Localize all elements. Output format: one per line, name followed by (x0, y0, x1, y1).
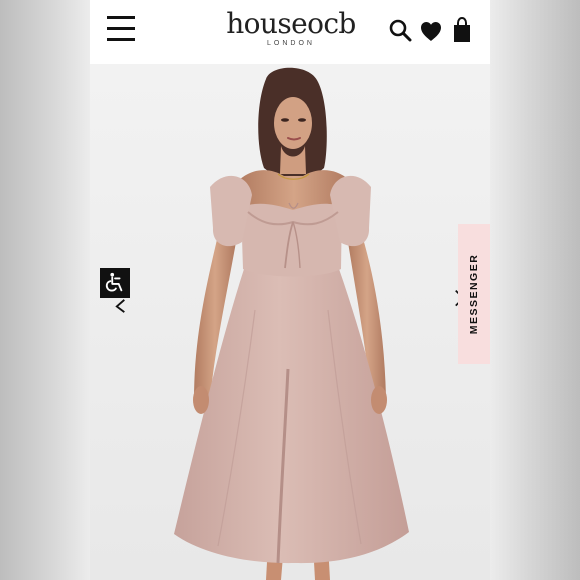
wheelchair-accessibility-icon (105, 272, 123, 292)
brand-logo[interactable]: houseocb LONDON (222, 8, 360, 56)
hamburger-line (107, 16, 135, 19)
logo-main-text: houseocb (226, 7, 356, 40)
messenger-label: MESSENGER (468, 253, 480, 335)
product-photo (90, 64, 490, 580)
hamburger-menu-icon[interactable] (107, 16, 135, 42)
heart-icon[interactable] (419, 19, 443, 43)
accessibility-button[interactable] (100, 268, 130, 298)
hamburger-line (107, 27, 135, 30)
shopping-bag-icon[interactable] (452, 16, 472, 44)
logo-sub-text: LONDON (267, 40, 315, 47)
search-icon[interactable] (388, 18, 412, 42)
site-header: houseocb LONDON (90, 0, 490, 64)
messenger-tab[interactable]: MESSENGER (458, 224, 490, 364)
mobile-page: houseocb LONDON MESSENGER (90, 0, 490, 580)
hamburger-line (107, 38, 135, 41)
chevron-left-icon[interactable] (114, 298, 129, 313)
product-image-area[interactable] (90, 64, 490, 580)
